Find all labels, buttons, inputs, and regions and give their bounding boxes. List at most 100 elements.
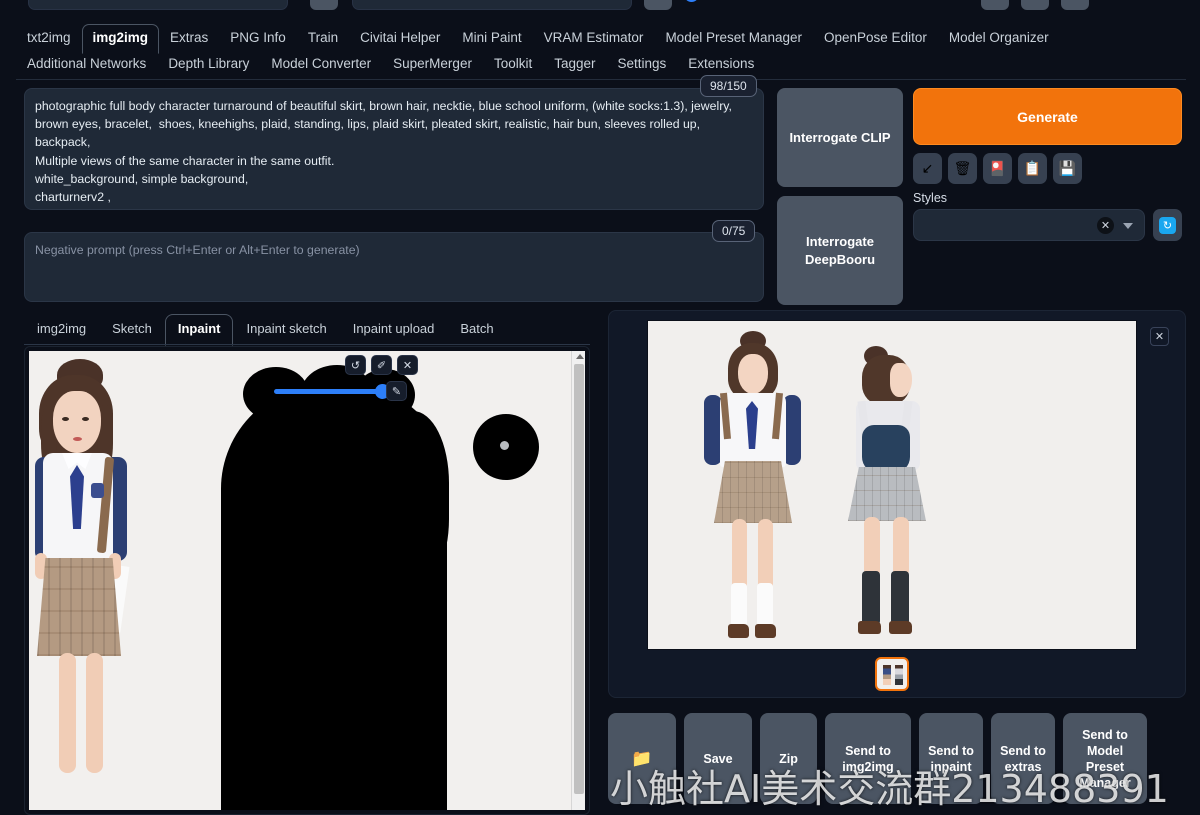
sub-tab-inpaint-sketch[interactable]: Inpaint sketch xyxy=(233,314,339,346)
back-plaid-skirt xyxy=(848,467,926,521)
top-toolbar xyxy=(0,0,1200,12)
tab-openpose-editor[interactable]: OpenPose Editor xyxy=(813,24,938,54)
lips xyxy=(73,437,82,441)
negative-prompt-token-counter: 0/75 xyxy=(712,220,756,242)
tab-depth-library[interactable]: Depth Library xyxy=(157,50,260,80)
brush-icon[interactable]: ✎ xyxy=(386,381,407,401)
front-shoe-left xyxy=(728,624,749,638)
prompt-input[interactable]: photographic full body character turnaro… xyxy=(24,88,764,210)
face xyxy=(53,391,101,453)
sub-tab-batch[interactable]: Batch xyxy=(447,314,506,346)
close-gallery-icon[interactable]: ✕ xyxy=(1150,327,1169,346)
front-leg-right xyxy=(758,519,773,591)
front-white-sock-right xyxy=(757,583,773,627)
sub-tab-inpaint[interactable]: Inpaint xyxy=(164,314,234,346)
front-leg-left xyxy=(732,519,747,591)
plaid-skirt xyxy=(37,558,121,656)
negative-prompt-input[interactable]: Negative prompt (press Ctrl+Enter or Alt… xyxy=(24,232,764,302)
inpaint-brush-cursor-dot xyxy=(473,414,539,480)
front-face xyxy=(738,354,768,394)
backpack xyxy=(862,425,910,473)
send-to-img2img-button[interactable]: Send to img2img xyxy=(825,713,911,804)
back-shoe-right xyxy=(889,621,912,634)
sub-tab-inpaint-upload[interactable]: Inpaint upload xyxy=(340,314,448,346)
save-button[interactable]: Save xyxy=(684,713,752,804)
quick-action-icons: ↙ 🗑 🎴 📋 💾 xyxy=(913,153,1082,184)
generated-image[interactable] xyxy=(647,320,1137,650)
source-character-illustration xyxy=(29,353,169,810)
gallery-thumbnail[interactable] xyxy=(875,657,909,691)
styles-dropdown[interactable]: ✕ xyxy=(913,209,1145,241)
tab-additional-networks[interactable]: Additional Networks xyxy=(16,50,157,80)
trash-icon[interactable]: 🗑 xyxy=(948,153,977,184)
canvas-tool-buttons: ↺ ✐ ✕ xyxy=(345,355,418,375)
img2img-sub-tabs: img2img Sketch Inpaint Inpaint sketch Inpain… xyxy=(24,314,507,346)
inpaint-canvas[interactable]: ↺ ✐ ✕ ✎ xyxy=(29,351,585,810)
send-to-inpaint-button[interactable]: Send to inpaint xyxy=(919,713,983,804)
tab-toolkit[interactable]: Toolkit xyxy=(483,50,543,80)
top-field-1[interactable] xyxy=(28,0,288,10)
clipboard-icon[interactable]: 📋 xyxy=(1018,153,1047,184)
tab-tagger[interactable]: Tagger xyxy=(543,50,606,80)
top-field-2[interactable] xyxy=(352,0,632,10)
top-slider-knob[interactable] xyxy=(684,0,699,2)
back-shoe-left xyxy=(858,621,881,634)
front-shoe-right xyxy=(755,624,776,638)
eraser-icon[interactable]: ✐ xyxy=(371,355,392,375)
sub-tab-img2img[interactable]: img2img xyxy=(24,314,99,346)
tab-supermerger[interactable]: SuperMerger xyxy=(382,50,483,80)
top-button-4[interactable] xyxy=(1021,0,1049,10)
brush-size-slider[interactable] xyxy=(274,389,384,394)
eye-left xyxy=(62,417,69,421)
send-to-extras-button[interactable]: Send to extras xyxy=(991,713,1055,804)
arrow-down-left-icon[interactable]: ↙ xyxy=(913,153,942,184)
clear-canvas-icon[interactable]: ✕ xyxy=(397,355,418,375)
top-button-3[interactable] xyxy=(981,0,1009,10)
zip-button[interactable]: Zip xyxy=(760,713,817,804)
uniform-badge xyxy=(91,483,104,498)
front-white-sock-left xyxy=(731,583,747,627)
back-black-kneehigh-right xyxy=(891,571,909,625)
undo-icon[interactable]: ↺ xyxy=(345,355,366,375)
interrogate-clip-button[interactable]: Interrogate CLIP xyxy=(777,88,903,187)
inpaint-mask-bump-1 xyxy=(243,367,309,421)
refresh-icon: ↻ xyxy=(1159,216,1176,234)
tab-model-organizer[interactable]: Model Organizer xyxy=(938,24,1060,54)
generate-button[interactable]: Generate xyxy=(913,88,1182,145)
tab-settings[interactable]: Settings xyxy=(607,50,678,80)
floppy-save-icon[interactable]: 💾 xyxy=(1053,153,1082,184)
webui-root: txt2img img2img Extras PNG Info Train Civitai… xyxy=(0,0,1200,815)
sub-tab-sketch[interactable]: Sketch xyxy=(99,314,165,346)
sub-tabs-divider xyxy=(24,344,590,345)
inpaint-mask-bump-4 xyxy=(359,411,449,591)
chevron-down-icon[interactable] xyxy=(1123,223,1133,229)
back-black-kneehigh-left xyxy=(862,571,880,625)
top-button-2[interactable] xyxy=(644,0,672,10)
leg-right xyxy=(86,653,103,773)
scrollbar-thumb[interactable] xyxy=(574,364,584,794)
send-to-model-preset-manager-button[interactable]: Send to Model Preset Manager xyxy=(1063,713,1147,804)
styles-label: Styles xyxy=(913,191,948,205)
refresh-styles-button[interactable]: ↻ xyxy=(1153,209,1182,241)
main-tab-row-2: Additional Networks Depth Library Model Co… xyxy=(16,54,1186,80)
back-leg-right xyxy=(893,517,909,577)
tab-model-converter[interactable]: Model Converter xyxy=(260,50,382,80)
front-plaid-skirt xyxy=(714,461,792,523)
inpaint-canvas-container[interactable]: ↺ ✐ ✕ ✎ xyxy=(24,346,590,815)
interrogate-deepbooru-button[interactable]: Interrogate DeepBooru xyxy=(777,196,903,305)
tabs-divider xyxy=(16,79,1186,80)
top-button-5[interactable] xyxy=(1061,0,1089,10)
open-folder-button[interactable]: 📁 xyxy=(608,713,676,804)
thumbnail-figure-1 xyxy=(883,665,891,685)
output-action-buttons: 📁 Save Zip Send to img2img Send to inpaint Se… xyxy=(608,713,1147,804)
prompt-token-counter: 98/150 xyxy=(700,75,757,97)
pink-card-icon[interactable]: 🎴 xyxy=(983,153,1012,184)
top-button-1[interactable] xyxy=(310,0,338,10)
canvas-scrollbar[interactable] xyxy=(571,351,585,810)
scroll-up-icon[interactable] xyxy=(576,354,584,359)
thumbnail-figure-2 xyxy=(895,665,903,685)
clear-styles-icon[interactable]: ✕ xyxy=(1097,217,1114,234)
back-head-side xyxy=(890,363,912,397)
back-leg-left xyxy=(864,517,880,577)
eye-right xyxy=(82,417,89,421)
